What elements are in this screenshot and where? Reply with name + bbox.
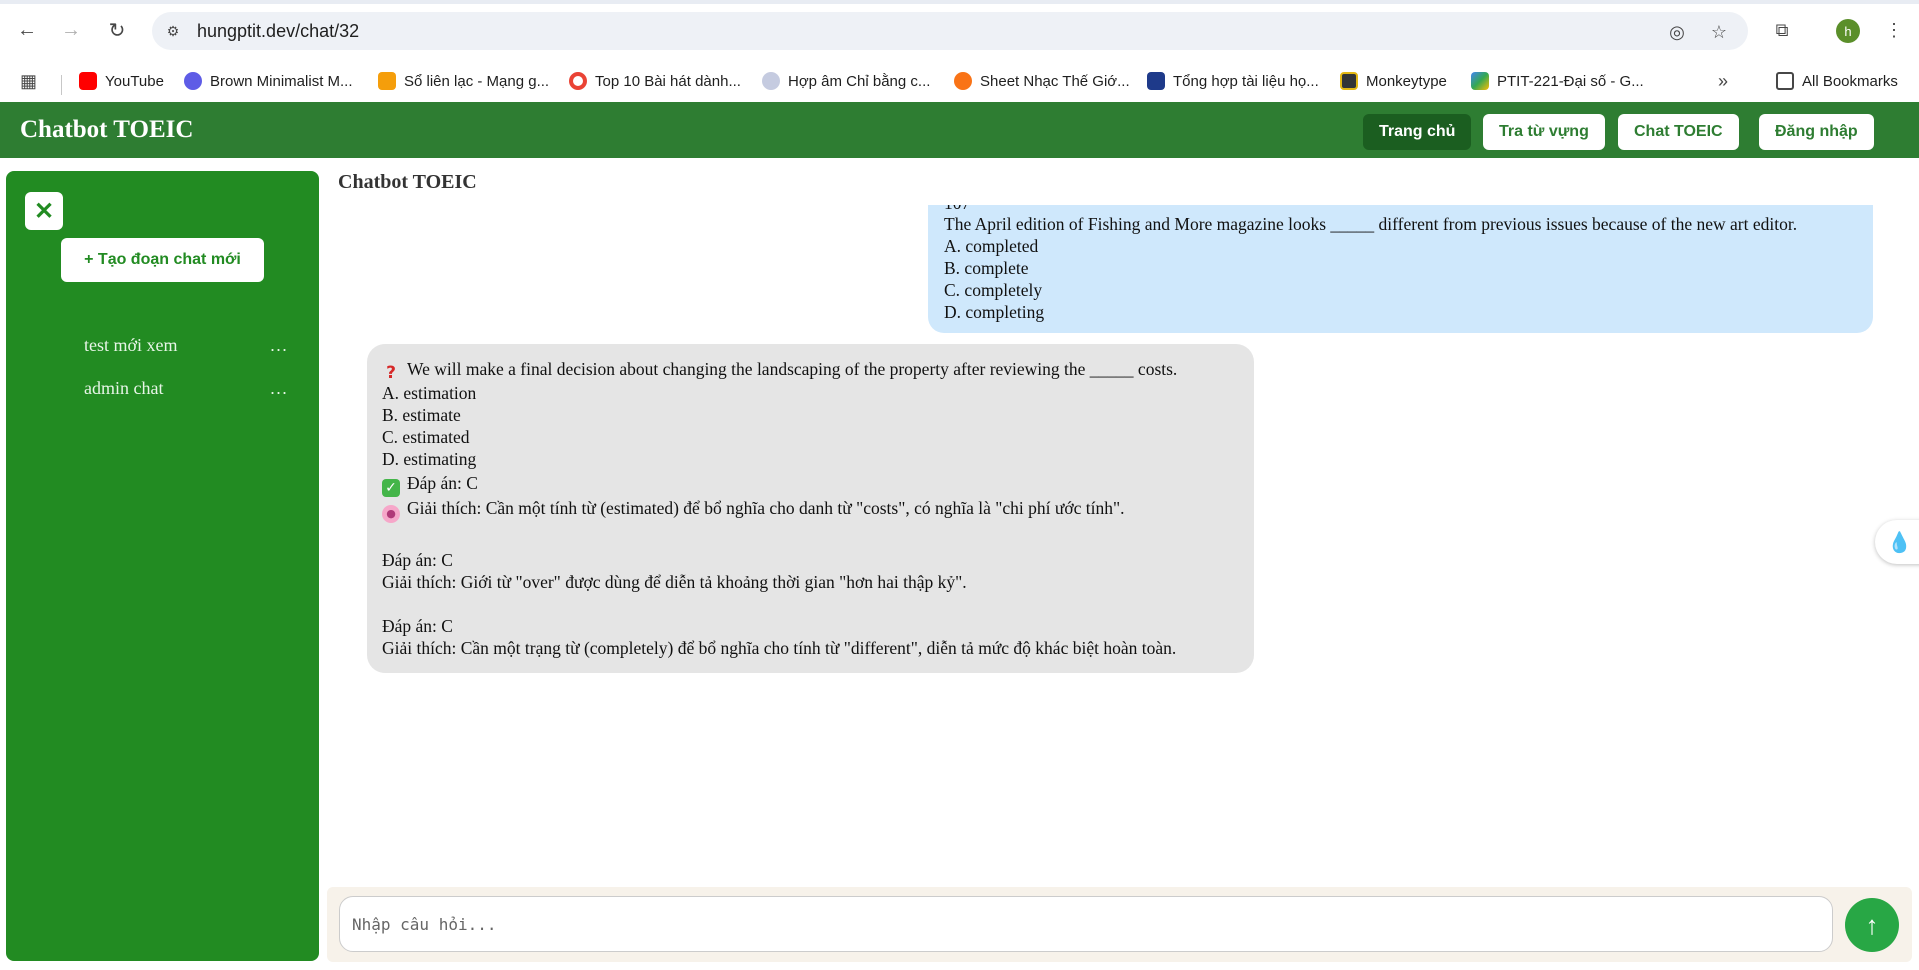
question-text: We will make a final decision about chan… — [407, 359, 1178, 379]
explanation-text: Giải thích: Cần một tính từ (estimated) … — [407, 498, 1125, 518]
question-mark-icon: ? — [386, 363, 396, 383]
reload-icon[interactable]: ↻ — [103, 16, 131, 44]
extensions-icon[interactable]: ⧉ — [1768, 16, 1796, 44]
back-icon[interactable]: ← — [13, 16, 41, 44]
check-mark-icon: ✓ — [382, 479, 400, 497]
arrow-up-icon: ↑ — [1865, 909, 1879, 940]
option-c: C. estimated — [382, 427, 470, 447]
question-line: ? We will make a final decision about cha… — [382, 358, 1242, 382]
app-header: Chatbot TOEIC Trang chủ Tra từ vựng Chat… — [0, 102, 1919, 158]
bookmark-label: Sổ liên lạc - Mạng g... — [404, 72, 550, 90]
bot-message: ? We will make a final decision about cha… — [367, 344, 1254, 673]
c-logo-icon — [954, 72, 972, 90]
message-line: 107 — [944, 205, 1858, 213]
bookmark-so-lien-lac[interactable]: Sổ liên lạc - Mạng g... — [378, 68, 549, 94]
answer-text: Đáp án: C — [382, 550, 453, 570]
apps-grid-icon[interactable]: ▦ — [20, 68, 37, 94]
tab-strip-edge — [0, 0, 1919, 4]
bookmark-label: Hợp âm Chỉ bằng c... — [788, 72, 931, 90]
chart-icon — [378, 72, 396, 90]
conversation-item[interactable]: test mới xem — [84, 335, 178, 356]
bookmark-label: Brown Minimalist M... — [210, 72, 353, 90]
answer-text: Đáp án: C — [407, 473, 478, 493]
bookmark-sheet-nhac[interactable]: Sheet Nhạc Thế Giớ... — [954, 68, 1130, 94]
nav-home[interactable]: Trang chủ — [1363, 114, 1472, 150]
conversation-item[interactable]: admin chat — [84, 378, 163, 399]
bookmark-label: Top 10 Bài hát dành... — [595, 72, 741, 90]
bookmark-label: YouTube — [105, 72, 164, 90]
user-message: 107 The April edition of Fishing and Mor… — [928, 205, 1873, 333]
option-c: C. completely — [944, 280, 1043, 300]
ring-icon — [569, 72, 587, 90]
option-a: A. estimation — [382, 383, 477, 403]
answer-line: ✓ Đáp án: C — [382, 472, 1242, 497]
bookmarks-bar: ▦ YouTube Brown Minimalist M... Sổ liên … — [0, 62, 1919, 102]
option-b: B. complete — [944, 258, 1029, 278]
bookmark-label: Monkeytype — [1366, 72, 1447, 90]
address-bar[interactable]: ⚙ hungptit.dev/chat/32 ◎ ☆ — [152, 12, 1748, 50]
close-sidebar-button[interactable]: ✕ — [25, 192, 63, 230]
folder-icon — [1776, 72, 1794, 90]
site-info-icon[interactable]: ⚙ — [162, 20, 184, 42]
chat-sidebar: ✕ + Tạo đoạn chat mới test mới xem ... a… — [6, 171, 319, 961]
bookmark-separator — [61, 75, 62, 95]
bookmark-ptit[interactable]: PTIT-221-Đại số - G... — [1471, 68, 1644, 94]
option-d: D. estimating — [382, 449, 477, 469]
option-d: D. completing — [944, 302, 1045, 322]
bookmark-top-10[interactable]: Top 10 Bài hát dành... — [569, 68, 741, 94]
youtube-icon — [79, 72, 97, 90]
bookmark-label: PTIT-221-Đại số - G... — [1497, 72, 1644, 90]
explanation-line: ● Giải thích: Cần một tính từ (estimated)… — [382, 497, 1242, 523]
conversation-more-icon[interactable]: ... — [270, 335, 288, 356]
monkeytype-icon — [1340, 72, 1358, 90]
bookmark-tong-hop[interactable]: Tổng hợp tài liệu họ... — [1147, 68, 1319, 94]
send-button[interactable]: ↑ — [1845, 898, 1899, 952]
pick-icon — [762, 72, 780, 90]
nav-login[interactable]: Đăng nhập — [1759, 114, 1874, 150]
all-bookmarks-label: All Bookmarks — [1802, 72, 1898, 90]
bookmark-youtube[interactable]: YouTube — [79, 68, 164, 94]
chat-title: Chatbot TOEIC — [338, 171, 477, 193]
drive-icon — [1471, 72, 1489, 90]
nav-chat-toeic[interactable]: Chat TOEIC — [1618, 114, 1739, 150]
option-b: B. estimate — [382, 405, 461, 425]
option-a: A. completed — [944, 236, 1039, 256]
nav-vocabulary[interactable]: Tra từ vựng — [1483, 114, 1605, 150]
bookmark-label: Tổng hợp tài liệu họ... — [1173, 72, 1319, 90]
browser-toolbar: ← → ↻ ⚙ hungptit.dev/chat/32 ◎ ☆ ⧉ h ⋮ — [0, 0, 1919, 62]
chevron-more-icon[interactable]: » — [1718, 68, 1728, 94]
brand-title[interactable]: Chatbot TOEIC — [20, 116, 193, 144]
s-logo-icon — [1147, 72, 1165, 90]
eye-off-icon[interactable]: ◎ — [1666, 21, 1688, 43]
profile-avatar[interactable]: h — [1836, 19, 1860, 43]
star-icon[interactable]: ☆ — [1708, 21, 1730, 43]
bookmark-monkeytype[interactable]: Monkeytype — [1340, 68, 1447, 94]
conversation-more-icon[interactable]: ... — [270, 378, 288, 399]
explanation-text: Giải thích: Giới từ "over" được dùng để … — [382, 572, 967, 592]
menu-kebab-icon[interactable]: ⋮ — [1880, 16, 1908, 44]
brain-icon: ● — [382, 505, 400, 523]
canva-icon — [184, 72, 202, 90]
url-text[interactable]: hungptit.dev/chat/32 — [197, 21, 359, 42]
explanation-text: Giải thích: Cần một trạng từ (completely… — [382, 638, 1177, 658]
all-bookmarks[interactable]: All Bookmarks — [1776, 68, 1898, 94]
bookmark-label: Sheet Nhạc Thế Giớ... — [980, 72, 1130, 90]
question-text: The April edition of Fishing and More ma… — [944, 214, 1798, 234]
chat-messages[interactable]: 107 The April edition of Fishing and Mor… — [320, 205, 1919, 885]
sparkle-water-drop-icon[interactable]: 💧 — [1875, 520, 1919, 564]
answer-text: Đáp án: C — [382, 616, 453, 636]
bookmark-hop-am[interactable]: Hợp âm Chỉ bằng c... — [762, 68, 930, 94]
forward-icon[interactable]: → — [57, 16, 85, 44]
new-chat-button[interactable]: + Tạo đoạn chat mới — [61, 238, 264, 282]
bookmark-brown-minimalist[interactable]: Brown Minimalist M... — [184, 68, 353, 94]
composer: ↑ — [327, 887, 1912, 962]
question-input[interactable] — [339, 896, 1833, 952]
